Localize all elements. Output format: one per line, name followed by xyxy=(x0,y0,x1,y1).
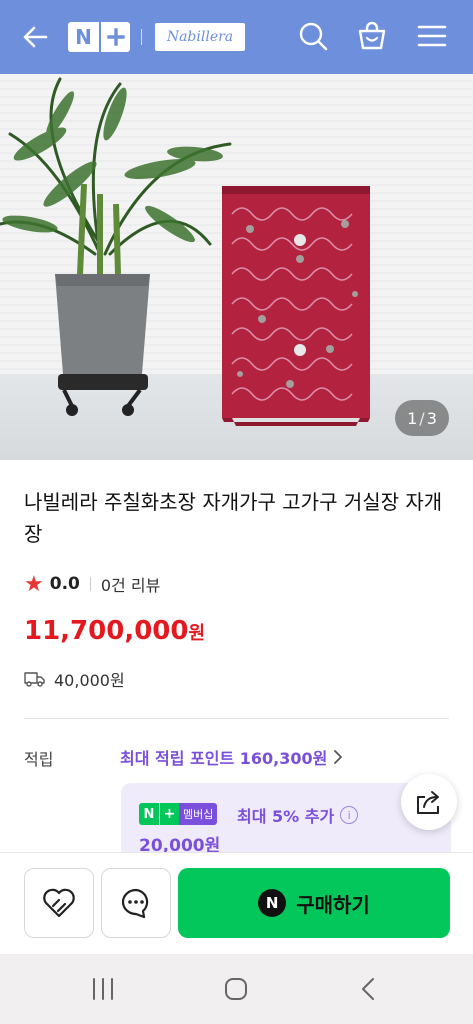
back-arrow-icon[interactable] xyxy=(20,22,50,52)
section-divider xyxy=(24,718,449,719)
membership-extra-text: 최대 5% 추가 i xyxy=(237,803,359,827)
hamburger-menu-icon[interactable] xyxy=(416,20,448,52)
review-count[interactable]: 0건 리뷰 xyxy=(101,572,160,596)
membership-badge: N + 멤버십 xyxy=(139,803,218,825)
membership-badge-label: 멤버십 xyxy=(179,803,218,825)
price-amount: 11,700,000 xyxy=(24,616,189,646)
naver-pay-icon: N xyxy=(258,889,287,917)
plus-icon xyxy=(99,22,130,52)
store-brand-logo[interactable]: Nabillera xyxy=(155,23,245,51)
home-icon[interactable] xyxy=(221,974,251,1004)
max-points-text: 최대 적립 포인트 160,300원 xyxy=(120,749,328,768)
header-divider xyxy=(141,29,142,45)
price-unit: 원 xyxy=(188,623,206,644)
recent-apps-icon[interactable] xyxy=(88,974,118,1004)
points-label: 적립 xyxy=(24,750,54,769)
info-icon[interactable]: i xyxy=(340,806,359,824)
naver-n-badge: N xyxy=(139,803,159,825)
buy-button-label: 구매하기 xyxy=(296,892,370,917)
product-image-carousel[interactable]: 1/3 xyxy=(0,74,473,460)
share-button[interactable] xyxy=(401,774,457,830)
shopping-bag-icon[interactable] xyxy=(356,20,388,52)
share-icon xyxy=(417,791,439,814)
image-counter-current: 1 xyxy=(407,408,418,428)
buy-button[interactable]: N 구매하기 xyxy=(178,868,450,938)
max-points-link[interactable]: 최대 적립 포인트 160,300원 xyxy=(120,745,343,769)
membership-extra-label: 최대 5% 추가 xyxy=(237,807,335,826)
rating-row[interactable]: ★ 0.0 0건 리뷰 xyxy=(24,571,160,597)
app-header: N Nabillera xyxy=(0,0,473,74)
product-price: 11,700,000원 xyxy=(24,616,205,646)
product-title: 나빌레라 주칠화초장 자개가구 고가구 거실장 자개장 xyxy=(24,490,443,546)
system-back-icon[interactable] xyxy=(354,974,384,1004)
shipping-fee: 40,000원 xyxy=(54,671,125,690)
rating-score: 0.0 xyxy=(49,574,80,594)
search-icon[interactable] xyxy=(297,20,329,52)
chat-icon xyxy=(121,888,149,919)
naver-n-letter: N xyxy=(75,25,92,49)
image-counter-total: 3 xyxy=(426,408,437,428)
image-counter-separator: / xyxy=(419,408,425,428)
bottom-action-bar: N 구매하기 xyxy=(0,852,473,954)
image-counter: 1/3 xyxy=(395,400,449,436)
truck-icon xyxy=(24,672,45,687)
wishlist-heart-icon xyxy=(43,888,75,918)
shipping-fee-row: 40,000원 xyxy=(24,667,125,691)
wishlist-button[interactable] xyxy=(24,868,94,938)
rating-divider xyxy=(89,577,91,591)
naver-plus-logo[interactable]: N xyxy=(68,22,130,52)
star-icon: ★ xyxy=(24,571,44,597)
plus-badge-icon: + xyxy=(159,803,179,825)
system-navigation-bar xyxy=(0,954,473,1024)
chat-button[interactable] xyxy=(101,868,171,938)
chevron-right-icon xyxy=(334,750,343,764)
